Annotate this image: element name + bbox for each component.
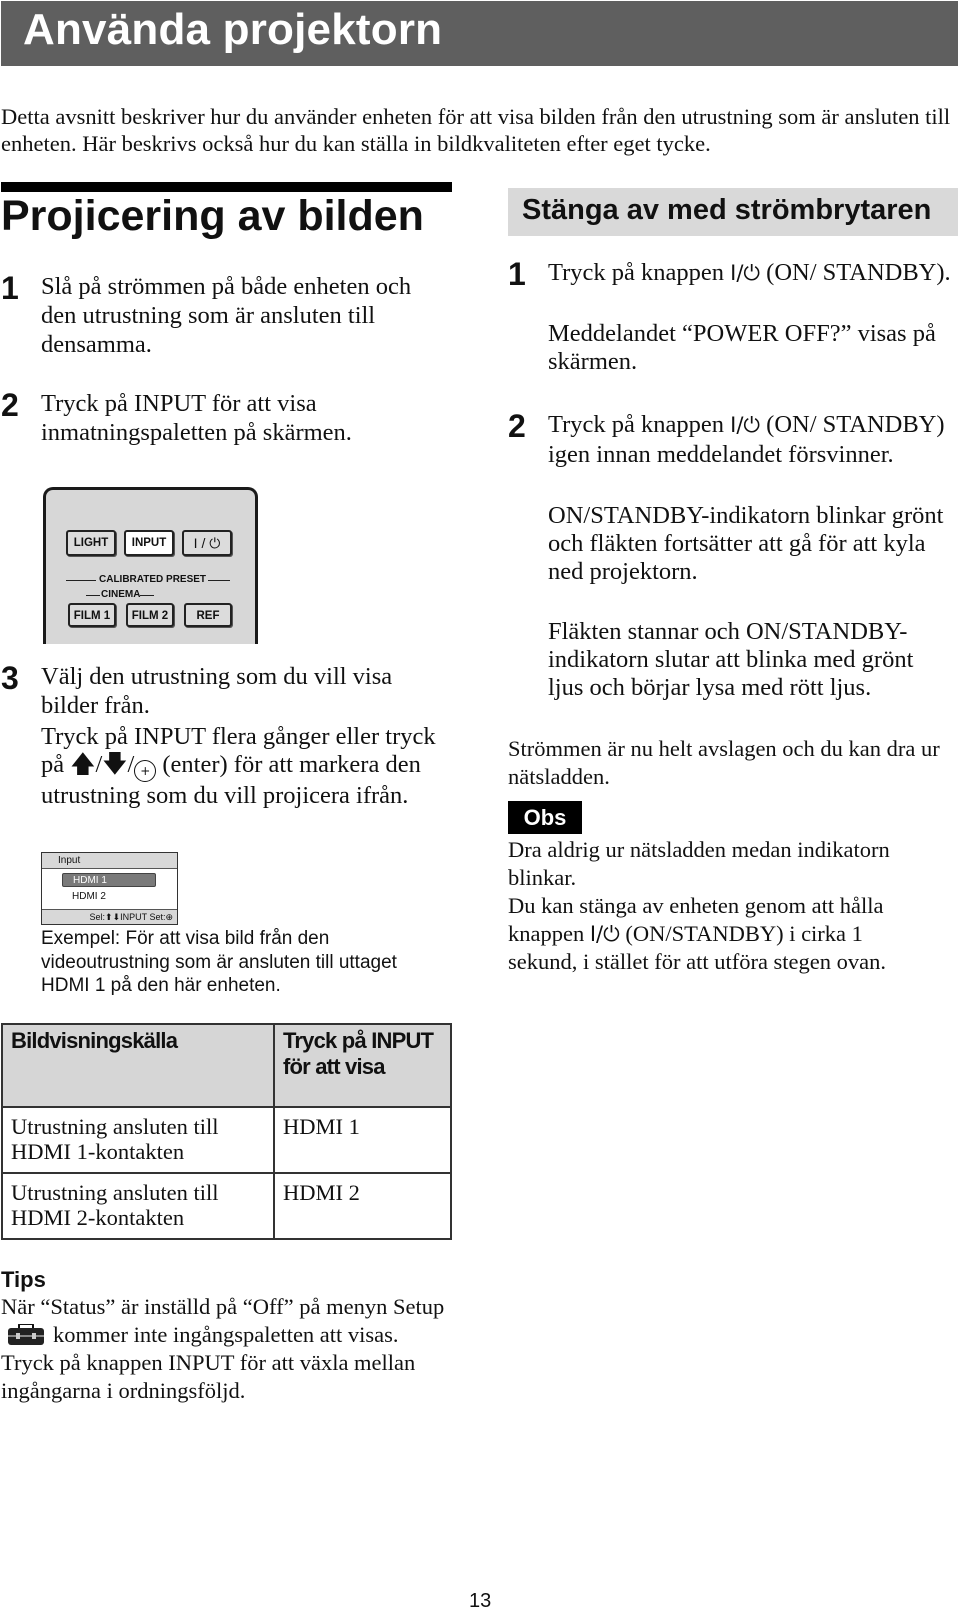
tips-label: Tips (1, 1267, 46, 1292)
arrow-down-icon: 🡇 (102, 751, 128, 778)
power-icon: I/⏻ (730, 413, 761, 437)
step-number: 2 (508, 408, 526, 444)
section-rule (1, 182, 452, 192)
cinema-label: CINEMA (101, 589, 141, 600)
step-detail-2: Fläkten stannar och ON/STANDBY-indikator… (548, 618, 914, 701)
enter-icon: + (134, 760, 157, 782)
palette-title: Input (42, 853, 177, 869)
note-label: Obs (508, 801, 582, 834)
step-number: 2 (1, 387, 19, 423)
calibrated-preset-label: CALIBRATED PRESET (99, 574, 207, 585)
step-text: Välj den utrustning som du vill visa bil… (41, 663, 393, 719)
palette-footer: Sel:⬆⬇INPUT Set:⊕ (42, 909, 177, 924)
step-number: 3 (1, 660, 19, 696)
section-heading-bar: Stänga av med strömbrytaren (508, 188, 958, 236)
step-text: Tryck på knappen I/⏻ (ON/ STANDBY) igen … (548, 411, 945, 468)
palette-caption: Exempel: För att visa bild från den vide… (41, 928, 397, 996)
step-detail: ON/STANDBY-indikatorn blinkar grönt och … (548, 502, 944, 585)
remote-control-illustration: LIGHT INPUT I / ⏻ CALIBRATED PRESET CINE… (43, 487, 258, 644)
page-number: 13 (469, 1590, 492, 1612)
conclusion-text: Strömmen är nu helt avslagen och du kan … (508, 736, 940, 789)
table-header-row: Bildvisningskälla Tryck på INPUT för att… (1, 1023, 452, 1108)
chapter-title: Använda projektorn (23, 5, 443, 54)
step-detail: Meddelandet “POWER OFF?” visas på skärme… (548, 320, 936, 375)
arrow-up-icon: 🡅 (70, 751, 96, 778)
remote-button-light: LIGHT (66, 530, 116, 556)
input-palette-illustration: Input HDMI 1 HDMI 2 Sel:⬆⬇INPUT Set:⊕ (41, 852, 178, 925)
step-number: 1 (508, 256, 526, 292)
divider-line (66, 580, 96, 581)
intro-paragraph: Detta avsnitt beskriver hur du använder … (1, 104, 951, 156)
table-header: Tryck på INPUT för att visa (273, 1023, 452, 1108)
remote-button-ref: REF (184, 603, 232, 627)
table-row: Utrustning ansluten till HDMI 1-kontakte… (1, 1106, 452, 1174)
power-icon: I/⏻ (730, 261, 761, 285)
table-cell: HDMI 1 (273, 1106, 452, 1174)
chapter-title-bar: Använda projektorn (1, 1, 958, 66)
step-text: Slå på strömmen på både enheten och den … (41, 273, 412, 358)
remote-button-power: I / ⏻ (182, 530, 232, 556)
step-text: Tryck på INPUT för att visa inmatningspa… (41, 390, 352, 446)
toolbox-icon (7, 1323, 45, 1346)
section-heading-projicering: Projicering av bilden (1, 192, 424, 240)
palette-option: HDMI 2 (72, 891, 106, 902)
table-row: Utrustning ansluten till HDMI 2-kontakte… (1, 1172, 452, 1240)
remote-button-input: INPUT (124, 530, 174, 556)
table-cell: Utrustning ansluten till HDMI 1-kontakte… (1, 1106, 275, 1174)
table-cell: Utrustning ansluten till HDMI 2-kontakte… (1, 1172, 275, 1240)
remote-button-film2: FILM 2 (126, 603, 174, 627)
section-heading-stanga: Stänga av med strömbrytaren (522, 194, 932, 226)
step-3-detail: Tryck på INPUT flera gånger eller tryck … (41, 723, 436, 809)
power-icon: I/⏻ (589, 922, 620, 946)
step-text: Tryck på knappen I/⏻ (ON/ STANDBY). (548, 259, 951, 286)
bracket-line (86, 595, 100, 596)
palette-option-selected: HDMI 1 (62, 873, 156, 887)
tips-text: När “Status” är inställd på “Off” på men… (1, 1294, 445, 1403)
step-number: 1 (1, 270, 19, 306)
divider-line (208, 580, 230, 581)
source-table: Bildvisningskälla Tryck på INPUT för att… (1, 1023, 452, 1240)
note-text: Dra aldrig ur nätsladden medan indikator… (508, 837, 890, 974)
remote-button-film1: FILM 1 (68, 603, 116, 627)
bracket-line (140, 595, 154, 596)
table-header: Bildvisningskälla (1, 1023, 275, 1108)
table-cell: HDMI 2 (273, 1172, 452, 1240)
